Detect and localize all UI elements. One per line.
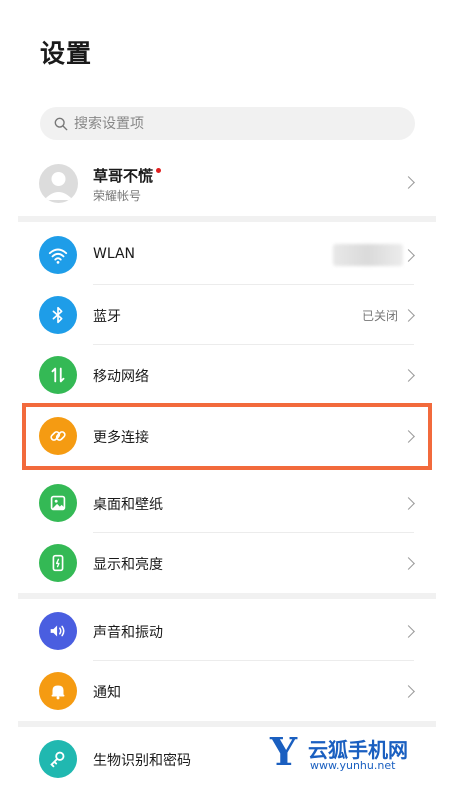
settings-item-label: 显示和亮度 [93, 557, 163, 573]
settings-item-label: WLAN [93, 246, 136, 262]
settings-item-sound[interactable]: 声音和振动 [0, 601, 451, 661]
settings-item-notifications[interactable]: 通知 [0, 661, 451, 721]
settings-item-label: 生物识别和密码 [93, 753, 191, 769]
display-icon [39, 544, 77, 582]
watermark-logo: Y 云狐手机网 www.yunhu.net [270, 731, 450, 776]
settings-item-bluetooth[interactable]: 蓝牙 已关闭 [0, 285, 451, 345]
chevron-right-icon [402, 625, 415, 638]
avatar [39, 164, 78, 203]
chevron-right-icon [402, 685, 415, 698]
settings-item-wallpaper[interactable]: 桌面和壁纸 [0, 473, 451, 533]
search-input[interactable] [74, 115, 374, 132]
key-icon [39, 740, 77, 778]
settings-item-label: 蓝牙 [93, 309, 121, 325]
chevron-right-icon [402, 176, 415, 189]
account-name: 草哥不慌 [93, 167, 154, 185]
section-divider [18, 216, 436, 222]
bell-icon [39, 672, 77, 710]
section-divider [18, 721, 436, 727]
page-title: 设置 [40, 39, 93, 68]
mobile-network-icon [39, 356, 77, 394]
settings-item-display[interactable]: 显示和亮度 [0, 533, 451, 593]
chevron-right-icon [402, 557, 415, 570]
highlight-box [22, 403, 432, 470]
search-bar[interactable] [40, 107, 415, 140]
chevron-right-icon [402, 309, 415, 322]
sound-icon [39, 612, 77, 650]
wallpaper-icon [39, 484, 77, 522]
section-divider [18, 593, 436, 599]
account-row[interactable]: 草哥不慌 荣耀帐号 [0, 155, 451, 217]
bluetooth-icon [39, 296, 77, 334]
settings-item-mobile-network[interactable]: 移动网络 [0, 345, 451, 405]
watermark-url: www.yunhu.net [310, 759, 396, 772]
chevron-right-icon [402, 369, 415, 382]
chevron-right-icon [402, 249, 415, 262]
settings-item-label: 移动网络 [93, 369, 149, 385]
notification-dot [156, 168, 162, 173]
user-avatar-icon [44, 172, 73, 200]
settings-item-label: 通知 [93, 685, 121, 701]
wifi-icon [39, 236, 77, 274]
chevron-right-icon [402, 497, 415, 510]
settings-item-label: 声音和振动 [93, 625, 163, 641]
account-name-wrap: 草哥不慌 [93, 165, 162, 186]
wlan-network-name-blurred [333, 244, 403, 266]
bluetooth-status: 已关闭 [361, 309, 398, 323]
account-subtitle: 荣耀帐号 [93, 189, 142, 203]
settings-item-wlan[interactable]: WLAN [0, 225, 451, 285]
search-icon [54, 117, 68, 130]
watermark-letter: Y [270, 729, 298, 774]
settings-item-label: 桌面和壁纸 [93, 497, 163, 513]
